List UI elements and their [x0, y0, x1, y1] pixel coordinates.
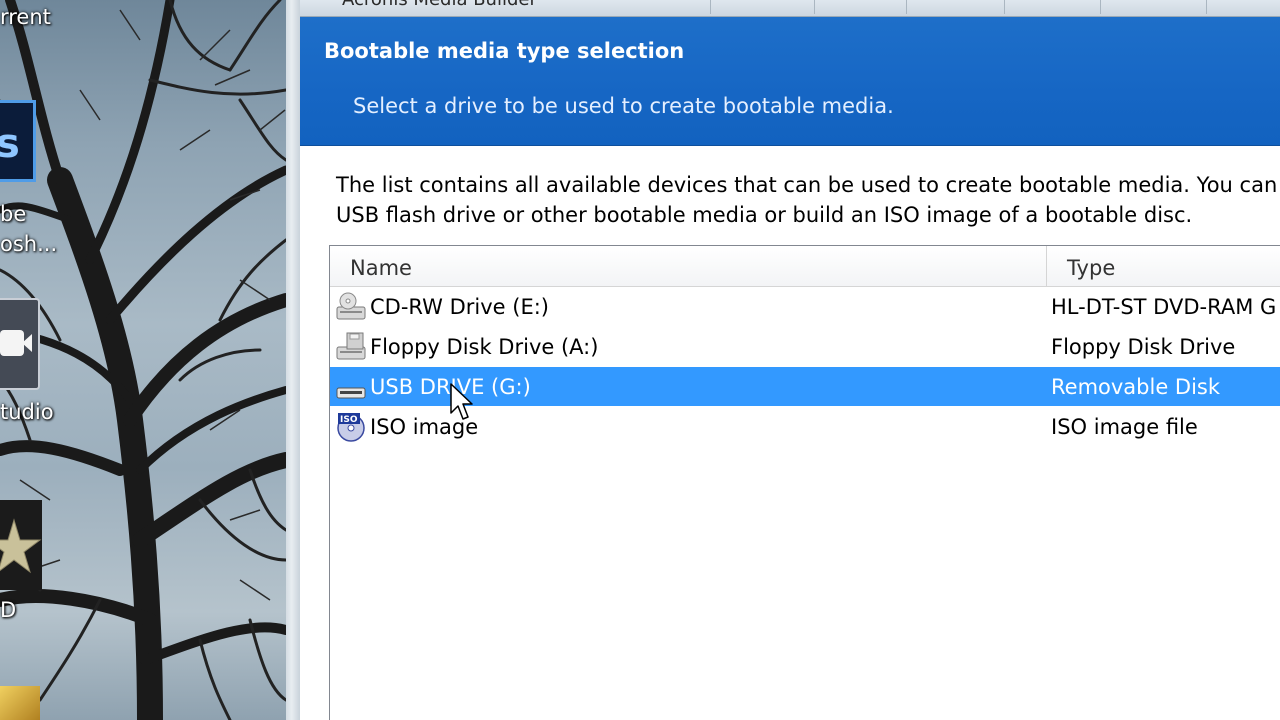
photoshop-icon[interactable]: s [0, 100, 36, 182]
desktop-label-studio[interactable]: tudio [0, 400, 54, 424]
desktop: rrent s be osh... tudio D [0, 0, 286, 720]
row-name: Floppy Disk Drive (A:) [370, 335, 599, 359]
titlebar-segment [814, 0, 907, 14]
description-text: The list contains all available devices … [336, 170, 1280, 230]
titlebar-segment [596, 0, 711, 14]
list-row-cd-drive[interactable]: CD-RW Drive (E:) HL-DT-ST DVD-RAM G [330, 287, 1280, 326]
column-header-name[interactable]: Name [350, 246, 412, 286]
mouse-cursor-icon [450, 383, 473, 420]
tree-wallpaper [0, 0, 286, 720]
video-camera-icon[interactable] [0, 298, 40, 390]
list-row-floppy-drive[interactable]: Floppy Disk Drive (A:) Floppy Disk Drive [330, 327, 1280, 366]
row-type: ISO image file [1051, 415, 1198, 439]
row-type: Removable Disk [1051, 375, 1221, 399]
titlebar-segment [906, 0, 1005, 14]
iso-image-icon: ISO [337, 413, 365, 442]
desktop-label-d[interactable]: D [0, 598, 16, 622]
row-type: HL-DT-ST DVD-RAM G [1051, 295, 1277, 319]
window-titlebar: Acronis Media Builder [300, 0, 1280, 17]
media-builder-window: Acronis Media Builder Bootable media typ… [300, 0, 1280, 720]
cd-drive-icon [336, 292, 366, 320]
titlebar-segment [1100, 0, 1207, 14]
description-line-1: The list contains all available devices … [336, 173, 1280, 197]
titlebar-segment [710, 0, 815, 14]
desktop-label-top: rrent [0, 5, 51, 29]
star-icon[interactable] [0, 500, 42, 590]
svg-text:ISO: ISO [340, 415, 358, 425]
description-line-2: USB flash drive or other bootable media … [336, 203, 1193, 227]
window-title: Acronis Media Builder [342, 0, 537, 10]
drive-list[interactable]: Name Type CD-RW Drive (E:) HL-DT-ST DVD-… [329, 245, 1280, 720]
desktop-label-photoshop-2[interactable]: osh... [0, 232, 57, 256]
floppy-drive-icon [336, 332, 366, 360]
titlebar-segment [1004, 0, 1101, 14]
desktop-label-photoshop-1[interactable]: be [0, 202, 26, 226]
page-title: Bootable media type selection [324, 39, 685, 63]
desktop-icon-partial[interactable] [0, 686, 40, 720]
usb-drive-icon [336, 387, 366, 399]
column-separator[interactable] [1046, 246, 1047, 286]
column-header-type[interactable]: Type [1067, 246, 1115, 286]
page-subtitle: Select a drive to be used to create boot… [353, 94, 894, 118]
row-name: CD-RW Drive (E:) [370, 295, 549, 319]
list-header: Name Type [330, 246, 1280, 287]
row-type: Floppy Disk Drive [1051, 335, 1236, 359]
wizard-header: Bootable media type selection Select a d… [300, 17, 1280, 146]
window-frame-edge [286, 0, 300, 720]
